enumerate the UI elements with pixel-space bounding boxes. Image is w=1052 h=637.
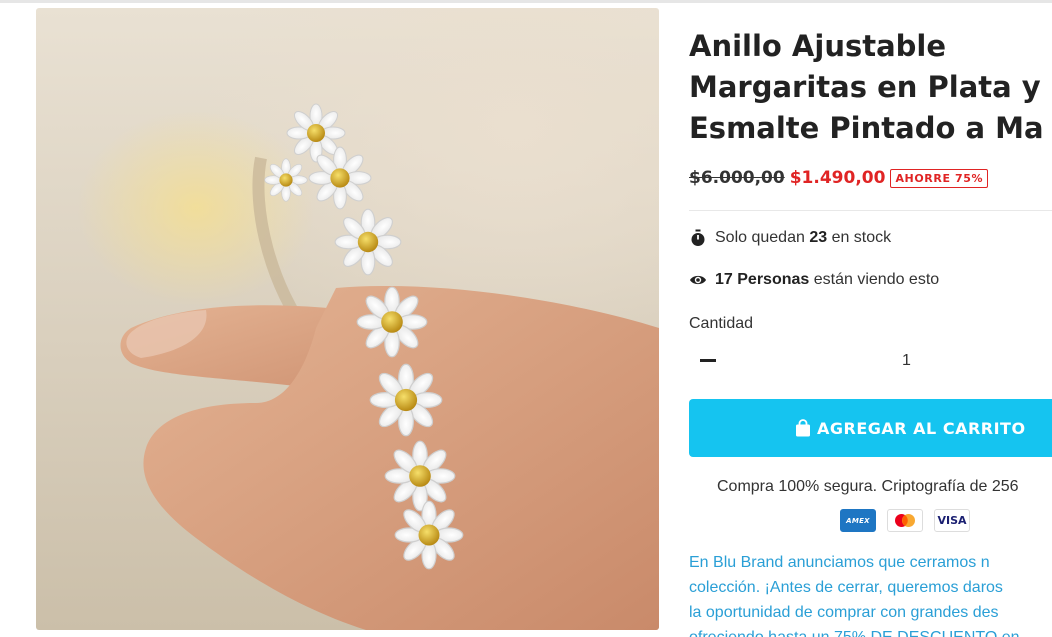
- add-to-cart-label: AGREGAR AL CARRITO: [817, 418, 1026, 438]
- quantity-stepper: 1: [689, 344, 1052, 378]
- stock-indicator: Solo quedan 23 en stock: [689, 229, 891, 247]
- quantity-decrease-button[interactable]: [700, 359, 716, 362]
- payment-methods: AMEX VISA: [840, 509, 970, 532]
- original-price: $6.000,00: [689, 168, 785, 188]
- viewers-label: Personas: [737, 271, 810, 288]
- stock-count: 23: [809, 229, 828, 246]
- product-image[interactable]: [36, 8, 659, 630]
- ring-illustration: [120, 103, 659, 630]
- price-row: $6.000,00 $1.490,00 AHORRE 75%: [689, 166, 989, 190]
- stopwatch-icon: [689, 229, 707, 247]
- product-title: Anillo Ajustable Margaritas en Plata y E…: [689, 29, 1044, 145]
- promo-message: En Blu Brand anunciamos que cerramos n c…: [689, 554, 1020, 637]
- divider: [689, 210, 1052, 211]
- stock-prefix: Solo quedan: [715, 229, 805, 246]
- viewers-count: 17: [715, 271, 733, 288]
- stock-suffix: en stock: [831, 229, 892, 246]
- viewers-indicator: 17 Personas están viendo esto: [689, 271, 939, 289]
- shopping-bag-icon: [795, 419, 811, 437]
- product-info-panel: Anillo Ajustable Margaritas en Plata y E…: [689, 0, 1052, 637]
- quantity-value[interactable]: 1: [902, 352, 911, 370]
- discount-badge: AHORRE 75%: [890, 168, 989, 188]
- mastercard-icon: [887, 509, 923, 532]
- visa-card-icon: VISA: [934, 509, 970, 532]
- secure-purchase-text: Compra 100% segura. Criptografía de 256: [717, 478, 1019, 495]
- eye-icon: [689, 271, 707, 289]
- viewers-suffix: están viendo esto: [813, 271, 940, 288]
- sale-price: $1.490,00: [789, 168, 886, 188]
- add-to-cart-button[interactable]: AGREGAR AL CARRITO: [689, 399, 1052, 457]
- quantity-label: Cantidad: [689, 315, 754, 332]
- amex-card-icon: AMEX: [840, 509, 876, 532]
